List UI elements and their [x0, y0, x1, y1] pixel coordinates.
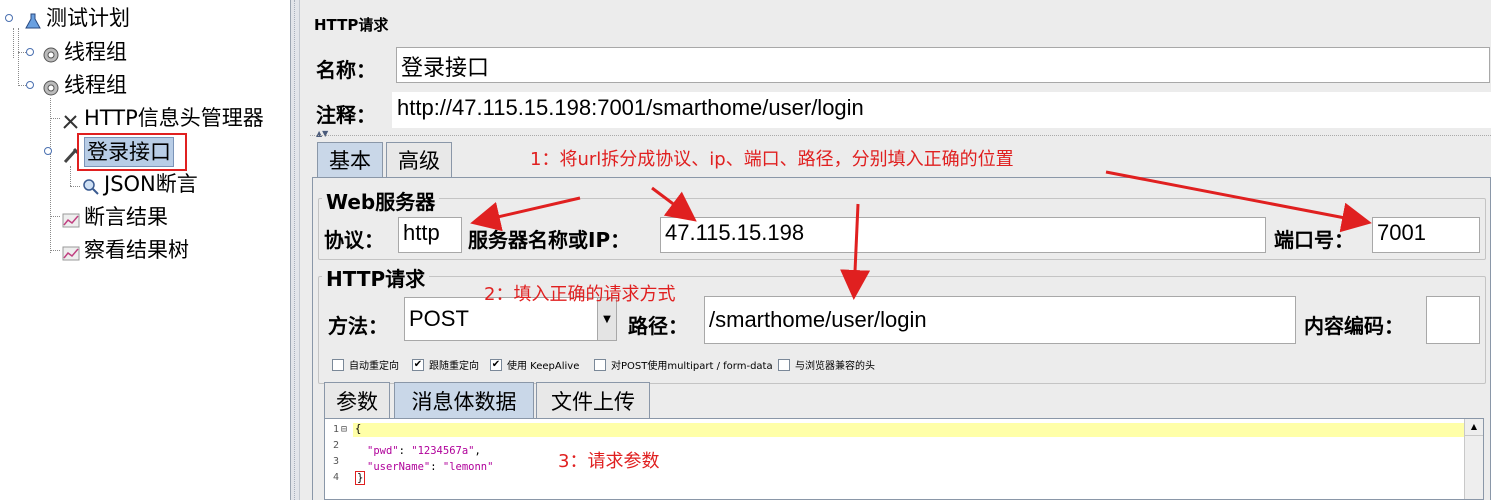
- http-request-title: HTTP请求: [322, 263, 430, 292]
- tab-params[interactable]: 参数: [324, 382, 390, 418]
- tree-item-json-assertion[interactable]: JSON断言: [82, 170, 198, 198]
- line-number: 2: [333, 440, 340, 451]
- checkbox-box: [594, 358, 606, 371]
- multipart-checkbox[interactable]: 对POST使用multipart / form-data: [594, 357, 773, 372]
- code-line: }: [355, 471, 366, 485]
- port-label: 端口号：: [1274, 228, 1354, 252]
- name-field[interactable]: 登录接口: [396, 47, 1490, 83]
- check-icon: ✔: [412, 358, 424, 371]
- tree-item-header-manager[interactable]: HTTP信息头管理器: [62, 104, 264, 132]
- chart-icon: [62, 241, 80, 261]
- follow-redirect-checkbox[interactable]: ✔ 跟随重定向: [412, 357, 479, 372]
- checkbox-label: 与浏览器兼容的头: [795, 361, 875, 372]
- checkbox-box: [332, 358, 344, 371]
- http-request-panel: HTTP请求 名称： 登录接口 注释： http://47.115.15.198…: [300, 0, 1491, 500]
- check-icon: ✔: [490, 358, 502, 371]
- annotation-2: 2：填入正确的请求方式: [484, 284, 676, 305]
- tree-item-thread-group[interactable]: 线程组: [42, 71, 127, 99]
- line-number: 3: [333, 456, 340, 467]
- server-label: 服务器名称或IP：: [468, 228, 631, 252]
- protocol-label: 协议：: [324, 228, 384, 252]
- tab-body-data[interactable]: 消息体数据: [394, 382, 534, 418]
- wrench-icon: [62, 109, 80, 129]
- code-line: "userName": "lemonn": [367, 461, 494, 473]
- scroll-up-icon[interactable]: ▲: [1465, 419, 1483, 436]
- port-field[interactable]: 7001: [1372, 217, 1480, 253]
- tab-advanced[interactable]: 高级: [386, 142, 452, 177]
- gear-icon: [42, 43, 60, 63]
- comment-field[interactable]: http://47.115.15.198:7001/smarthome/user…: [392, 92, 1491, 128]
- checkbox-box: [778, 358, 790, 371]
- tab-basic[interactable]: 基本: [317, 142, 383, 177]
- path-label: 路径：: [628, 314, 688, 338]
- keepalive-checkbox[interactable]: ✔ 使用 KeepAlive: [490, 357, 579, 372]
- expand-handle[interactable]: [44, 147, 52, 155]
- path-field[interactable]: /smarthome/user/login: [704, 296, 1296, 344]
- expand-handle[interactable]: [5, 14, 13, 22]
- highlight-box: [77, 133, 187, 171]
- tree-item-view-results-tree[interactable]: 察看结果树: [62, 236, 189, 264]
- tree-item-thread-group[interactable]: 线程组: [42, 38, 127, 66]
- tree-item-test-plan[interactable]: 测试计划: [24, 4, 130, 32]
- tree-item-label: 线程组: [64, 40, 127, 64]
- tree-item-label: 线程组: [64, 73, 127, 97]
- code-line: {: [355, 423, 362, 435]
- annotation-1: 1：将url拆分成协议、ip、端口、路径，分别填入正确的位置: [530, 149, 1014, 170]
- name-label: 名称：: [316, 58, 376, 82]
- expand-handle[interactable]: [26, 48, 34, 56]
- browser-headers-checkbox[interactable]: 与浏览器兼容的头: [778, 357, 875, 372]
- checkbox-label: 跟随重定向: [429, 361, 479, 372]
- json-value: "lemonn": [442, 461, 494, 473]
- collapse-arrows[interactable]: ▲▼: [316, 129, 328, 138]
- json-key: "userName": [367, 461, 431, 473]
- annotation-3: 3：请求参数: [558, 451, 660, 472]
- auto-redirect-checkbox[interactable]: 自动重定向: [332, 357, 399, 372]
- chart-icon: [62, 208, 80, 228]
- line-number: 1: [333, 424, 340, 435]
- panel-title: HTTP请求: [314, 16, 389, 34]
- checkbox-label: 使用 KeepAlive: [507, 361, 580, 372]
- magnifier-icon: [82, 175, 100, 195]
- server-field[interactable]: 47.115.15.198: [660, 217, 1266, 253]
- encoding-label: 内容编码：: [1304, 314, 1404, 338]
- body-editor[interactable]: 1 ⊟ 2 3 4 { "pwd": "1234567a", "userName…: [324, 418, 1484, 500]
- vertical-scrollbar[interactable]: ▲: [1464, 419, 1483, 499]
- method-label: 方法：: [328, 314, 388, 338]
- tree-item-label: HTTP信息头管理器: [84, 106, 264, 130]
- tab-files-upload[interactable]: 文件上传: [536, 382, 650, 418]
- pane-splitter[interactable]: [291, 0, 300, 500]
- tree-item-label: 察看结果树: [84, 238, 189, 262]
- fold-icon[interactable]: ⊟: [341, 424, 347, 435]
- protocol-field[interactable]: http: [398, 217, 462, 253]
- checkbox-label: 对POST使用multipart / form-data: [611, 361, 773, 372]
- web-server-title: Web服务器: [322, 186, 440, 215]
- current-line-highlight: [353, 423, 1467, 437]
- gear-icon: [42, 76, 60, 96]
- tree-item-label: 测试计划: [46, 6, 130, 30]
- tree-item-label: 断言结果: [84, 205, 168, 229]
- encoding-field[interactable]: [1426, 296, 1480, 344]
- comment-label: 注释：: [316, 103, 376, 127]
- expand-handle[interactable]: [26, 81, 34, 89]
- test-plan-tree[interactable]: 测试计划 线程组 线程组 HTTP信息头管理器 登录接口 JSON断言 断言结果…: [0, 0, 291, 500]
- flask-icon: [24, 9, 42, 29]
- method-value: POST: [409, 306, 469, 331]
- line-number: 4: [333, 472, 340, 483]
- checkbox-label: 自动重定向: [349, 361, 399, 372]
- tree-item-label: JSON断言: [104, 172, 198, 196]
- tree-item-assertion-results[interactable]: 断言结果: [62, 203, 168, 231]
